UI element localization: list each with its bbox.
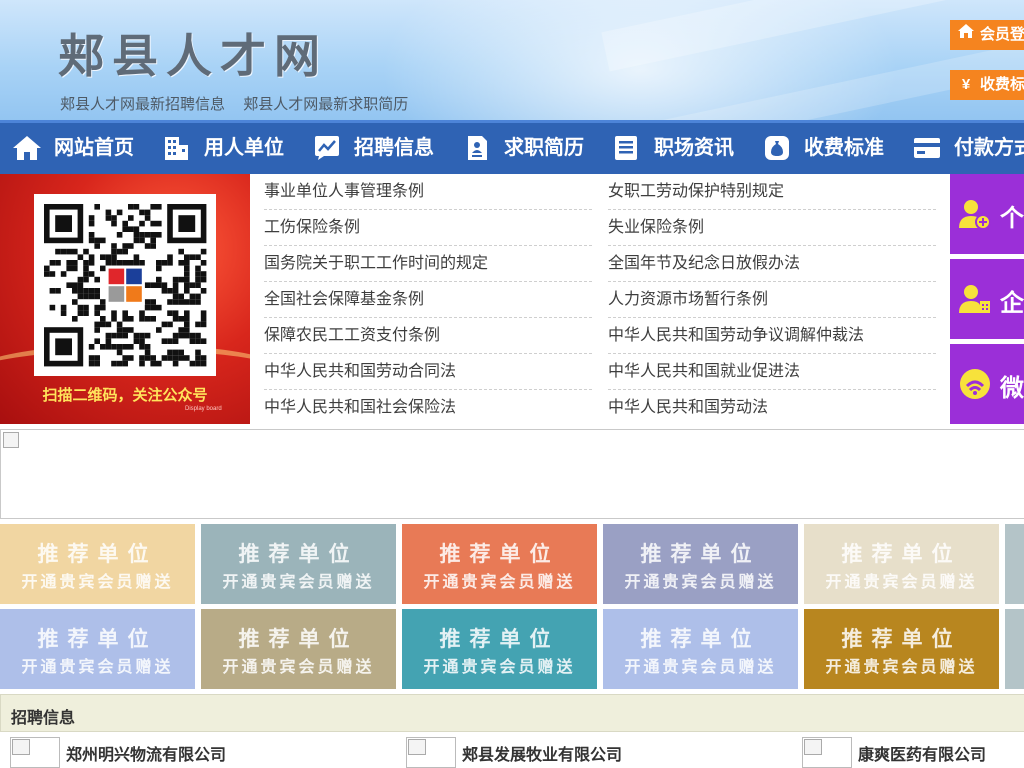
tile-title: 推荐单位	[640, 543, 761, 566]
tile-subtitle: 开通贵宾会员赠送	[423, 659, 576, 676]
law-links-list: 事业单位人事管理条例 工伤保险条例 国务院关于职工工作时间的规定 全国社会保障基…	[264, 174, 936, 424]
recommended-tile[interactable]: 推荐单位开通贵宾会员赠送	[603, 609, 798, 689]
money-bag-icon	[765, 136, 789, 160]
recommended-tile[interactable]: 推荐单位开通贵宾会员赠送	[201, 609, 396, 689]
tile-subtitle: 开通贵宾会员赠送	[1005, 653, 1024, 677]
fee-standard-button[interactable]: ¥ 收费标	[950, 70, 1024, 100]
company-user-icon	[959, 285, 990, 313]
header-sub-links: 郏县人才网最新招聘信息 郏县人才网最新求职简历	[60, 93, 422, 114]
qr-small-text: Display board	[185, 406, 222, 412]
yen-icon: ¥	[961, 76, 971, 93]
recommended-tile[interactable]: 推荐单位开通贵宾会员赠送	[1005, 609, 1024, 689]
tile-subtitle: 开通贵宾会员赠送	[21, 659, 174, 676]
law-link[interactable]: 失业保险条例	[608, 210, 936, 246]
section-title: 招聘信息	[11, 710, 76, 727]
tile-title: 推荐单位	[37, 543, 158, 566]
law-link[interactable]: 保障农民工工资支付条例	[264, 318, 592, 354]
company-logo[interactable]	[10, 737, 60, 768]
law-link[interactable]: 国务院关于职工工作时间的规定	[264, 246, 592, 282]
law-link[interactable]: 女职工劳动保护特别规定	[608, 174, 936, 210]
ad-banner[interactable]	[0, 429, 1024, 519]
recommended-tile[interactable]: 推荐单位开通贵宾会员赠送	[1005, 524, 1024, 604]
tile-subtitle: 开通贵宾会员赠送	[1005, 568, 1024, 592]
jobs-section-header: 招聘信息	[0, 694, 1024, 732]
site-header: 郏县人才网 郏县人才网最新招聘信息 郏县人才网最新求职简历 会员登 ¥ 收费标	[0, 0, 1024, 120]
tile-subtitle: 开通贵宾会员赠送	[825, 659, 978, 676]
tile-title: 推荐单位	[37, 628, 158, 651]
qr-code-image	[34, 194, 216, 376]
tile-title: 推荐单位	[439, 628, 560, 651]
tile-title: 推荐单位	[841, 628, 962, 651]
company-name[interactable]: 康爽医药有限公司	[858, 741, 986, 765]
law-link[interactable]: 中华人民共和国劳动争议调解仲裁法	[608, 318, 936, 354]
page: 郏县人才网 郏县人才网最新招聘信息 郏县人才网最新求职简历 会员登 ¥ 收费标 网…	[0, 0, 1024, 768]
recommended-tile[interactable]: 推荐单位开通贵宾会员赠送	[804, 524, 999, 604]
law-link[interactable]: 中华人民共和国劳动合同法	[264, 354, 592, 390]
tile-subtitle: 开通贵宾会员赠送	[423, 574, 576, 591]
recommended-tile[interactable]: 推荐单位开通贵宾会员赠送	[0, 609, 195, 689]
qr-caption: 扫描二维码，关注公众号	[42, 387, 208, 404]
resume-icon	[468, 136, 487, 160]
tile-title: 推荐单位	[238, 543, 359, 566]
site-title: 郏县人才网	[58, 29, 328, 83]
wechat-button[interactable]: 微	[950, 344, 1024, 424]
tile-title: 推荐单位	[439, 543, 560, 566]
law-link[interactable]: 中华人民共和国劳动法	[608, 390, 936, 426]
tile-subtitle: 开通贵宾会员赠送	[825, 574, 978, 591]
company-logo[interactable]	[802, 737, 852, 768]
company-name[interactable]: 郑州明兴物流有限公司	[66, 741, 226, 765]
company-logo[interactable]	[406, 737, 456, 768]
tile-subtitle: 开通贵宾会员赠送	[624, 659, 777, 676]
tile-title: 推荐单位	[238, 628, 359, 651]
latest-jobs-link[interactable]: 郏县人才网最新招聘信息	[60, 96, 225, 113]
recommended-tile[interactable]: 推荐单位开通贵宾会员赠送	[402, 524, 597, 604]
law-link[interactable]: 中华人民共和国社会保险法	[264, 390, 592, 426]
tile-title: 推荐单位	[1005, 538, 1024, 568]
tile-subtitle: 开通贵宾会员赠送	[21, 574, 174, 591]
wechat-icon	[960, 369, 990, 399]
tile-title: 推荐单位	[1005, 623, 1024, 653]
law-link[interactable]: 中华人民共和国就业促进法	[608, 354, 936, 390]
home-icon	[13, 136, 41, 160]
law-link[interactable]: 事业单位人事管理条例	[264, 174, 592, 210]
recommended-tile[interactable]: 推荐单位开通贵宾会员赠送	[201, 524, 396, 604]
main-nav: 网站首页 用人单位 招聘信息 求职简历 职场资讯 收费标准 付款方式	[0, 120, 1024, 174]
latest-resumes-link[interactable]: 郏县人才网最新求职简历	[243, 96, 408, 113]
recommended-tile[interactable]: 推荐单位开通贵宾会员赠送	[603, 524, 798, 604]
news-icon	[615, 136, 637, 160]
personal-login-button[interactable]: 个	[950, 174, 1024, 254]
law-link[interactable]: 全国社会保障基金条例	[264, 282, 592, 318]
law-link[interactable]: 全国年节及纪念日放假办法	[608, 246, 936, 282]
recommended-tile[interactable]: 推荐单位开通贵宾会员赠送	[804, 609, 999, 689]
tile-subtitle: 开通贵宾会员赠送	[222, 574, 375, 591]
qr-code-panel: 扫描二维码，关注公众号 Display board	[0, 174, 250, 424]
person-add-icon	[959, 200, 991, 230]
card-icon	[914, 138, 940, 158]
chart-icon	[315, 136, 339, 160]
tile-title: 推荐单位	[841, 543, 962, 566]
recommended-tile[interactable]: 推荐单位开通贵宾会员赠送	[402, 609, 597, 689]
home-icon	[956, 20, 976, 50]
tile-subtitle: 开通贵宾会员赠送	[222, 659, 375, 676]
company-name[interactable]: 郏县发展牧业有限公司	[462, 741, 622, 765]
broken-image-icon	[3, 432, 19, 448]
enterprise-login-button[interactable]: 企	[950, 259, 1024, 339]
tile-title: 推荐单位	[640, 628, 761, 651]
member-login-button[interactable]: 会员登	[950, 20, 1024, 50]
tile-subtitle: 开通贵宾会员赠送	[624, 574, 777, 591]
building-icon	[165, 137, 188, 160]
law-link[interactable]: 人力资源市场暂行条例	[608, 282, 936, 318]
recommended-tile[interactable]: 推荐单位开通贵宾会员赠送	[0, 524, 195, 604]
law-link[interactable]: 工伤保险条例	[264, 210, 592, 246]
